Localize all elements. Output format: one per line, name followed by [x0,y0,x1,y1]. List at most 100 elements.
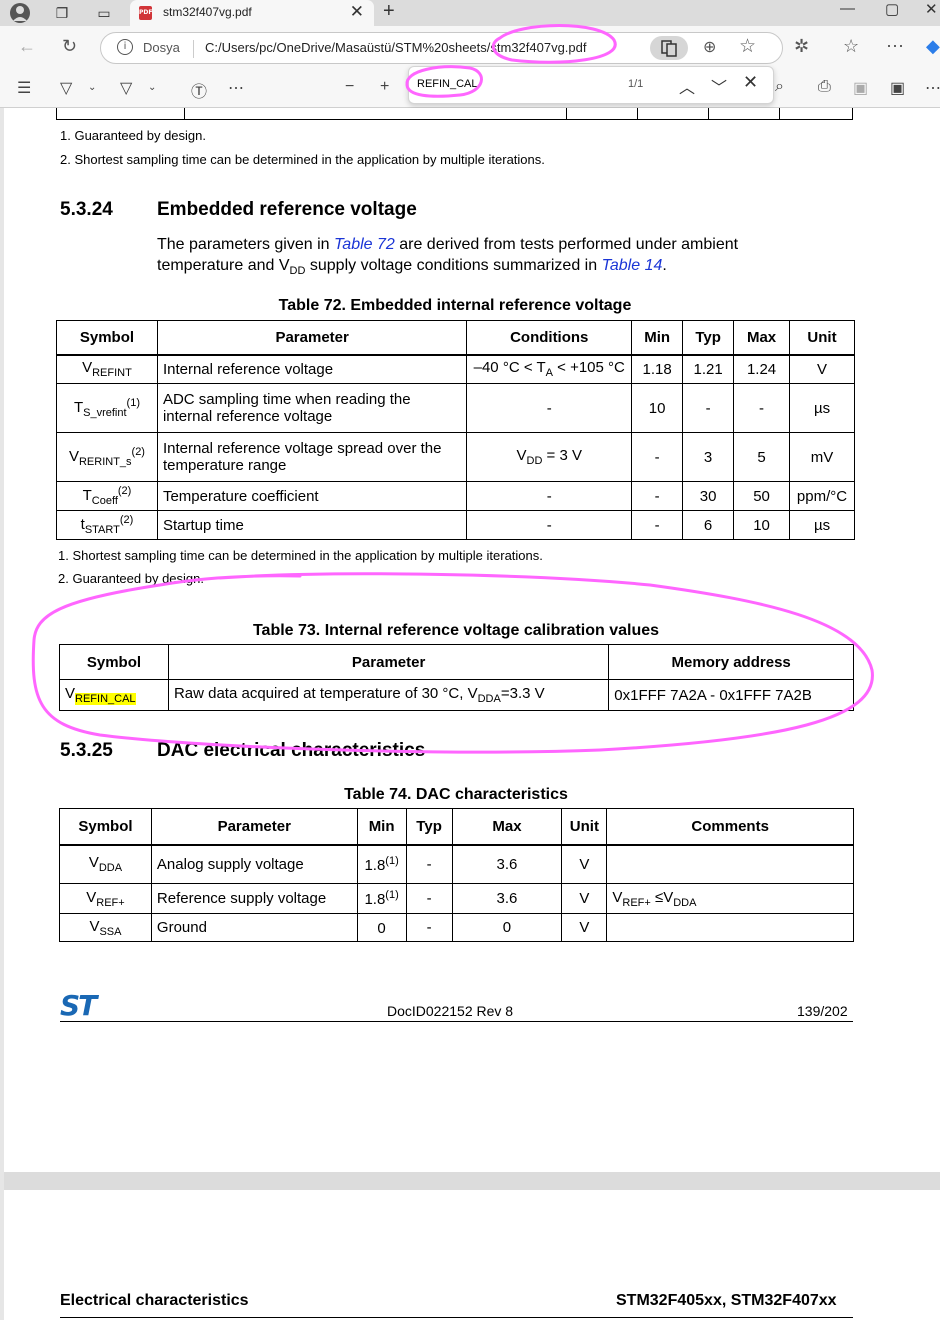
max-cell: 10 [733,510,791,540]
text-tool-icon[interactable]: Ⓣ [191,78,207,102]
copilot-icon[interactable]: ◆ [926,36,940,57]
browser-tab-active[interactable]: PDF stm32f407vg.pdf ✕ [130,0,374,26]
symbol: V [82,359,93,377]
symbol-cell: tSTART(2) [56,510,158,540]
min: 0 [377,920,386,937]
table73: Symbol Parameter Memory address VREFIN_C… [59,644,854,711]
settings-more-icon[interactable]: ⋯ [886,36,904,57]
comment: V [612,888,623,906]
pdf-page: 1. Guaranteed by design. 2. Shortest sam… [4,108,940,1172]
symbol: V [89,917,100,935]
header-cell: Max [733,320,791,356]
find-input[interactable]: REFIN_CAL [417,78,478,90]
save-as-icon[interactable]: ▣ [890,78,905,98]
symbol-cell: VREFIN_CAL [59,679,169,711]
more-tools-icon[interactable]: ⋯ [228,78,244,98]
table14-link[interactable]: Table 14 [602,257,663,274]
highlight-dropdown-icon[interactable]: ⌄ [88,82,96,93]
max-cell: 0 [451,913,563,942]
prev-footnote-2: 2. Shortest sampling time can be determi… [60,152,545,167]
conditions-cell: VDD = 3 V [466,432,633,482]
table-header-row: Symbol Parameter Min Typ Max Unit Commen… [59,808,854,846]
unit-cell: µs [789,510,855,540]
draw-dropdown-icon[interactable]: ⌄ [148,82,156,93]
contents-icon[interactable]: ☰ [17,78,31,98]
zoom-in-icon[interactable]: + [380,78,389,96]
cond: = 3 V [542,447,582,464]
close-tab-icon[interactable]: ✕ [350,2,364,22]
tab-title: stm32f407vg.pdf [163,5,252,19]
minimize-icon[interactable]: — [840,0,855,17]
print-icon[interactable]: ⎙ [818,78,831,96]
table-header-row: Symbol Parameter Conditions Min Typ Max … [56,320,855,356]
symbol: V [65,685,76,702]
section-paragraph: The parameters given in Table 72 are der… [157,234,837,282]
typ-cell: - [405,844,453,884]
refresh-icon[interactable]: ↻ [62,36,77,57]
new-tab-icon[interactable]: + [383,0,395,23]
back-icon[interactable]: ← [18,36,36,57]
parameter-cell: ADC sampling time when reading the inter… [156,383,468,433]
table-header-row: Symbol Parameter Memory address [59,644,854,680]
max-cell: 5 [733,432,791,482]
max-cell: - [733,383,791,433]
para-subscript: DD [289,265,306,278]
comments-cell: VREF+ ≤VDDA [606,883,854,914]
header-cell: Symbol [59,644,169,680]
header-cell: Symbol [56,320,158,356]
header-cell: Memory address [608,644,854,680]
find-next-icon[interactable]: ﹀ [711,74,727,98]
symbol: V [88,854,99,872]
comments-cell [606,844,854,884]
table72-link[interactable]: Table 72 [334,236,395,253]
address-bar[interactable]: i Dosya C:/Users/pc/OneDrive/Masaüstü/ST… [100,32,783,64]
header-cell: Conditions [466,320,633,356]
symbol: T [73,399,84,416]
find-previous-icon[interactable]: ︿ [679,74,695,98]
extensions-icon[interactable]: ✲ [794,36,809,57]
profile-avatar-icon[interactable] [8,2,32,24]
max-cell: 3.6 [451,883,563,914]
symbol-cell: TS_vrefint(1) [56,383,158,433]
parameter-cell: Internal reference voltage [156,354,468,384]
section-title-5324: Embedded reference voltage [157,199,417,220]
min-cell: 1.8(1) [356,883,407,914]
highlight-icon[interactable]: ▽ [60,78,72,98]
pdf-page-next: Electrical characteristics STM32F405xx, … [4,1190,940,1320]
header-cell: Max [451,808,563,846]
tab-actions-icon[interactable]: ▭ [92,2,116,24]
maximize-icon[interactable]: ▢ [885,0,899,18]
workspaces-icon[interactable]: ❐ [50,2,74,24]
zoom-icon[interactable]: ⊕ [703,37,716,57]
header-cell: Typ [405,808,453,846]
find-close-icon[interactable]: ✕ [743,72,758,93]
symbol-cell: VREFINT [56,354,158,384]
min-cell: - [631,432,684,482]
symbol-cell: VDDA [59,844,152,884]
pdf-more-icon[interactable]: ⋯ [925,78,940,98]
immersive-reader-button[interactable] [650,36,688,60]
header-cell: Min [631,320,684,356]
typ-cell: - [405,913,453,942]
zoom-out-icon[interactable]: − [345,78,354,96]
draw-icon[interactable]: ▽ [120,78,132,98]
info-icon[interactable]: i [117,39,133,55]
parameter-cell: Raw data acquired at temperature of 30 °… [167,679,610,711]
table-row: VSSA Ground 0 - 0 V [59,913,854,942]
search-icon[interactable]: ⌕ [775,78,784,96]
prev-footnote-1: 1. Guaranteed by design. [60,128,206,143]
memory-address-cell: 0x1FFF 7A2A - 0x1FFF 7A2B [608,679,854,711]
favorites-icon[interactable]: ☆ [843,36,859,57]
section-title-5325: DAC electrical characteristics [157,740,426,761]
symbol-sub: START [84,524,120,536]
symbol-sub: REF+ [96,896,125,909]
save-icon[interactable]: ▣ [853,78,868,98]
parameter-cell: Analog supply voltage [150,844,358,884]
favorite-star-icon[interactable]: ☆ [739,35,756,58]
symbol-sup: (2) [131,446,145,458]
symbol: T [82,487,92,504]
search-highlight: REFIN_CAL [75,693,136,705]
window-close-icon[interactable]: ✕ [925,0,938,18]
symbol-cell: VRERINT_s(2) [56,432,158,482]
address-url[interactable]: C:/Users/pc/OneDrive/Masaüstü/STM%20shee… [205,40,587,55]
